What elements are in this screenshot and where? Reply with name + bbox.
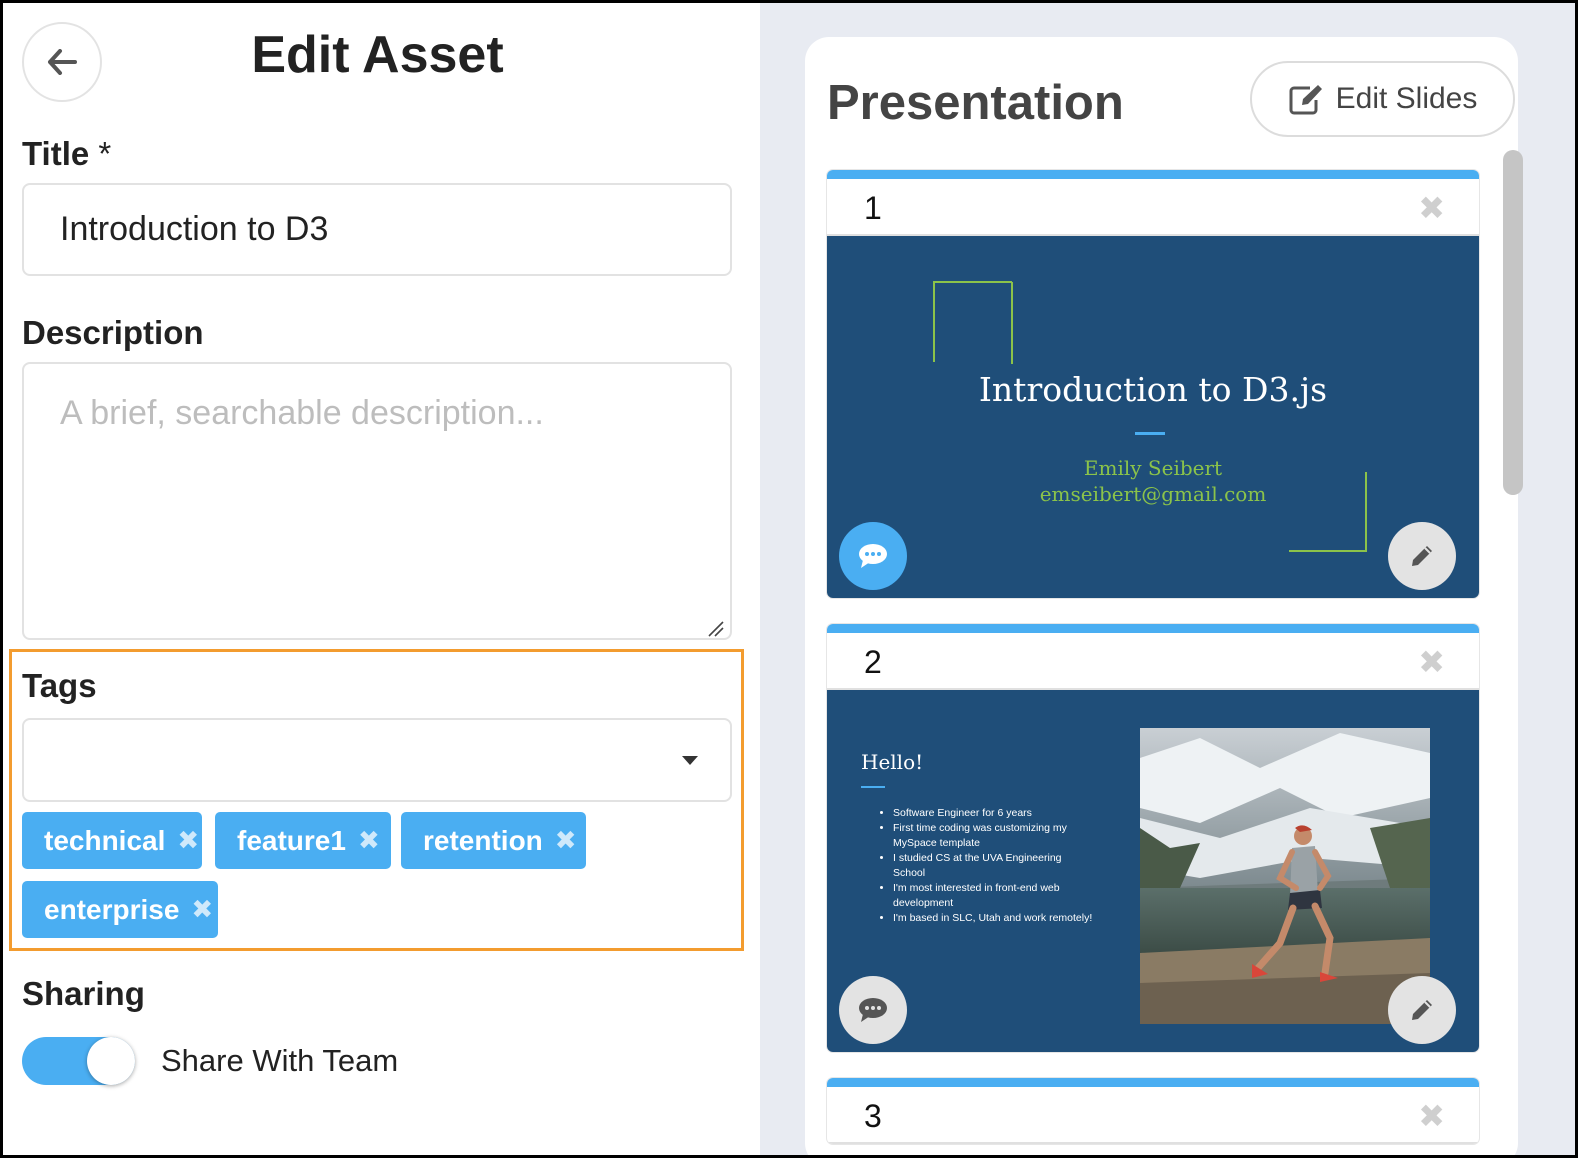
slide-header: 1 ✖: [827, 179, 1479, 236]
slide-frame-decoration: [933, 281, 1367, 552]
slide-number: 1: [864, 190, 882, 226]
presentation-card: Presentation Edit Slides 1 ✖ Introductio…: [805, 37, 1523, 1155]
slide-header: 2 ✖: [827, 633, 1479, 690]
tag-chip: feature1 ✖: [215, 812, 391, 869]
close-icon[interactable]: ✖: [1418, 1097, 1445, 1135]
page-title: Edit Asset: [251, 26, 504, 84]
runner-photo: [1140, 728, 1430, 1024]
comment-button[interactable]: [839, 976, 907, 1044]
slide-heading: Hello!: [861, 750, 924, 774]
tag-label: technical: [44, 824, 166, 856]
tag-chip: retention ✖: [401, 812, 586, 869]
share-with-team-label: Share With Team: [161, 1043, 399, 1078]
edit-slide-button[interactable]: [1388, 976, 1456, 1044]
slide-bullet-list: Software Engineer for 6 years First time…: [875, 806, 1095, 926]
list-item: First time coding was customizing my MyS…: [893, 821, 1095, 851]
pencil-icon: [1412, 1000, 1432, 1020]
edit-slides-button[interactable]: Edit Slides: [1250, 61, 1515, 137]
slide-divider: [861, 786, 885, 788]
slide-author: Emily Seibert: [1083, 456, 1223, 480]
slide-title: Introduction to D3.js: [978, 370, 1328, 409]
tag-label: retention: [423, 824, 543, 856]
slide-header: 3 ✖: [827, 1087, 1479, 1144]
toggle-knob: [87, 1037, 135, 1085]
slide-card: 1 ✖ Introduction to D3.js Emily Seibert …: [827, 170, 1479, 598]
list-item: Software Engineer for 6 years: [893, 806, 1095, 821]
tag-label: feature1: [237, 824, 346, 856]
slide-email: emseibert@gmail.com: [1039, 482, 1267, 506]
resize-grip-icon[interactable]: [706, 619, 724, 637]
share-with-team-toggle[interactable]: [22, 1037, 135, 1085]
tags-label: Tags: [22, 667, 97, 704]
close-icon[interactable]: ✖: [1418, 189, 1445, 227]
list-item: I'm based in SLC, Utah and work remotely…: [893, 911, 1095, 926]
tag-chip: enterprise ✖: [22, 881, 218, 938]
close-icon[interactable]: ✖: [177, 825, 199, 856]
edit-slide-button[interactable]: [1388, 522, 1456, 590]
presentation-panel: Presentation Edit Slides 1 ✖ Introductio…: [760, 3, 1575, 1155]
edit-slides-label: Edit Slides: [1335, 82, 1478, 115]
slide-accent-bar: [827, 624, 1479, 633]
slide-accent-bar: [827, 170, 1479, 179]
close-icon[interactable]: ✖: [358, 825, 380, 856]
pencil-icon: [1412, 546, 1432, 566]
slide-number: 3: [864, 1098, 882, 1134]
tag-chip: technical ✖: [22, 812, 202, 869]
chevron-down-icon: [682, 756, 698, 765]
slide-thumbnail[interactable]: Hello! Software Engineer for 6 years Fir…: [827, 690, 1479, 1052]
title-input[interactable]: [22, 183, 732, 276]
app-frame: Edit Asset Title * Description Tags tech…: [3, 3, 1575, 1155]
required-marker: *: [98, 135, 112, 172]
slide-thumbnail[interactable]: Introduction to D3.js Emily Seibert emse…: [827, 236, 1479, 598]
title-label: Title *: [22, 135, 112, 172]
slide-accent-bar: [827, 1078, 1479, 1087]
sharing-label: Sharing: [22, 975, 145, 1012]
scrollbar-thumb[interactable]: [1503, 150, 1523, 495]
tag-label: enterprise: [44, 893, 180, 925]
description-label: Description: [22, 314, 204, 351]
slide-number: 2: [864, 644, 882, 680]
description-textarea[interactable]: [22, 362, 732, 640]
tags-select[interactable]: [22, 718, 732, 802]
close-icon[interactable]: ✖: [555, 825, 577, 856]
slide-card: 2 ✖ Hello! Software Engineer for 6 years…: [827, 624, 1479, 1052]
edit-asset-panel: Edit Asset Title * Description Tags tech…: [3, 3, 760, 1155]
slide-divider: [1135, 432, 1165, 435]
presentation-title: Presentation: [827, 76, 1124, 130]
close-icon[interactable]: ✖: [1418, 643, 1445, 681]
close-icon[interactable]: ✖: [191, 894, 213, 925]
list-item: I'm most interested in front-end web dev…: [893, 881, 1095, 911]
slide-card: 3 ✖: [827, 1078, 1479, 1144]
comment-button[interactable]: [839, 522, 907, 590]
comment-icon: [859, 998, 887, 1022]
comment-icon: [859, 544, 887, 568]
edit-icon: [1289, 85, 1322, 115]
list-item: I studied CS at the UVA Engineering Scho…: [893, 851, 1095, 881]
